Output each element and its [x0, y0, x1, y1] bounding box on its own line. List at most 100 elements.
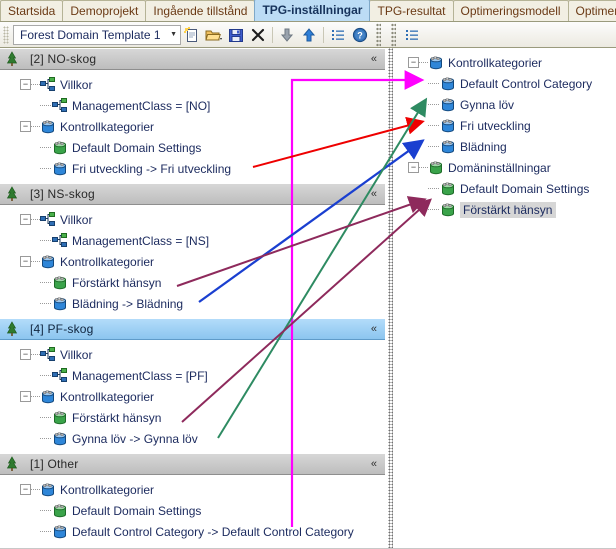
- expander-toggle[interactable]: −: [20, 121, 31, 132]
- cylinder-blue-icon: [52, 161, 68, 177]
- cylinder-blue-icon: [440, 97, 456, 113]
- expander-toggle[interactable]: −: [20, 256, 31, 267]
- tree-row[interactable]: Default Domain Settings: [396, 178, 616, 199]
- right-toolbar-grip[interactable]: [391, 22, 396, 47]
- save-button[interactable]: [225, 24, 247, 46]
- expander-toggle[interactable]: −: [20, 214, 31, 225]
- tree-row[interactable]: − Kontrollkategorier: [0, 479, 385, 500]
- tree-row-label: Villkor: [60, 347, 93, 362]
- tree-connector: [31, 261, 40, 262]
- tree-row[interactable]: Default Control Category: [396, 73, 616, 94]
- cylinder-blue-icon: [442, 139, 454, 153]
- tree-row[interactable]: ManagementClass = [NS]: [0, 230, 385, 251]
- tree-row[interactable]: Fri utveckling: [396, 115, 616, 136]
- list-icon: [332, 29, 344, 40]
- tree-row-label: Default Domain Settings: [460, 181, 590, 196]
- new-document-button[interactable]: [181, 24, 203, 46]
- cylinder-blue-icon: [442, 76, 454, 90]
- tree-row-label: Domäninställningar: [448, 160, 551, 175]
- tree-row[interactable]: Gynna löv: [396, 94, 616, 115]
- move-up-button[interactable]: [298, 24, 320, 46]
- tree-connector: [31, 126, 40, 127]
- domain-group-title: [3] NS-skog: [30, 187, 95, 201]
- tree-row[interactable]: − Kontrollkategorier: [0, 251, 385, 272]
- tree-row[interactable]: Förstärkt hänsyn: [0, 272, 385, 293]
- tab-tpg-installningar[interactable]: TPG-inställningar: [254, 0, 371, 21]
- tab-startsida[interactable]: Startsida: [0, 0, 64, 21]
- domain-template-list[interactable]: [2] NO-skog « − Villkor ManagementClass = [N…: [0, 48, 385, 549]
- open-folder-icon: [205, 30, 222, 40]
- right-list-button[interactable]: [401, 24, 423, 46]
- network-node-icon: [52, 367, 67, 382]
- cylinder-blue-icon: [428, 55, 444, 71]
- tree-row[interactable]: − Villkor: [0, 74, 385, 95]
- domain-group-header[interactable]: [1] Other «: [0, 453, 385, 475]
- help-button[interactable]: ?: [349, 24, 371, 46]
- expander-toggle[interactable]: −: [408, 162, 419, 173]
- tree-row[interactable]: Blädning: [396, 136, 616, 157]
- tree-row[interactable]: − Kontrollkategorier: [0, 386, 385, 407]
- open-folder-button[interactable]: [203, 24, 225, 46]
- tab-demoprojekt[interactable]: Demoprojekt: [62, 0, 147, 21]
- expander-toggle[interactable]: −: [408, 57, 419, 68]
- tab-ingaende-tillstand[interactable]: Ingående tillstånd: [145, 0, 256, 21]
- tree-row[interactable]: Default Domain Settings: [0, 500, 385, 521]
- cylinder-green-icon: [440, 181, 456, 197]
- cylinder-blue-icon: [40, 482, 56, 498]
- list-icon: [406, 29, 418, 40]
- tree-row[interactable]: − Villkor: [0, 209, 385, 230]
- delete-button[interactable]: [247, 24, 269, 46]
- collapse-chevron-icon[interactable]: «: [371, 322, 377, 336]
- tree-row[interactable]: Default Control Category -> Default Cont…: [0, 521, 385, 542]
- tree-connector: [31, 84, 40, 85]
- tree-row-label: Kontrollkategorier: [60, 482, 155, 497]
- tree-row[interactable]: ManagementClass = [NO]: [0, 95, 385, 116]
- tree-row-label: ManagementClass = [NS]: [72, 233, 210, 248]
- domain-group: [2] NO-skog « − Villkor ManagementClass = [N…: [0, 48, 385, 183]
- domain-group-header[interactable]: [4] PF-skog «: [0, 318, 385, 340]
- collapse-chevron-icon[interactable]: «: [371, 52, 377, 66]
- tree-row[interactable]: Förstärkt hänsyn: [0, 407, 385, 428]
- tree-row[interactable]: Gynna löv -> Gynna löv: [0, 428, 385, 449]
- domain-group-header[interactable]: [3] NS-skog «: [0, 183, 385, 205]
- tree-row[interactable]: Förstärkt hänsyn: [396, 199, 616, 220]
- tree-row-label: Default Control Category: [460, 76, 593, 91]
- tree-connector: [419, 62, 428, 63]
- tree-connector: [40, 438, 52, 439]
- collapse-chevron-icon[interactable]: «: [371, 187, 377, 201]
- expander-toggle[interactable]: −: [20, 484, 31, 495]
- cylinder-blue-icon: [40, 389, 56, 405]
- tree-row[interactable]: − Domäninställningar: [396, 157, 616, 178]
- tab-optimeringsmodell[interactable]: Optimeringsmodell: [452, 0, 569, 21]
- move-down-button[interactable]: [276, 24, 298, 46]
- tree-row[interactable]: − Villkor: [0, 344, 385, 365]
- tree-connector: [40, 105, 52, 106]
- tab-tpg-resultat[interactable]: TPG-resultat: [369, 0, 454, 21]
- available-categories-tree[interactable]: − Kontrollkategorier Default Control Categ…: [396, 48, 616, 549]
- domain-group-header[interactable]: [2] NO-skog «: [0, 48, 385, 70]
- tree-connector: [40, 240, 52, 241]
- tab-optimerings[interactable]: Optimerings: [567, 0, 616, 21]
- tree-connector: [40, 168, 52, 169]
- tree-row-label: Gynna löv: [460, 97, 515, 112]
- domain-group-title: [2] NO-skog: [30, 52, 97, 66]
- tree-row[interactable]: ManagementClass = [PF]: [0, 365, 385, 386]
- cylinder-blue-icon: [442, 97, 454, 111]
- tree-row-label: ManagementClass = [NO]: [72, 98, 211, 113]
- cylinder-green-icon: [54, 275, 66, 289]
- expander-toggle[interactable]: −: [20, 349, 31, 360]
- tree-row[interactable]: Default Domain Settings: [0, 137, 385, 158]
- expander-toggle[interactable]: −: [20, 79, 31, 90]
- collapse-chevron-icon[interactable]: «: [371, 457, 377, 471]
- expander-toggle[interactable]: −: [20, 391, 31, 402]
- tree-row[interactable]: Blädning -> Blädning: [0, 293, 385, 314]
- tree-row[interactable]: − Kontrollkategorier: [0, 116, 385, 137]
- template-select[interactable]: Forest Domain Template 1 ▼: [13, 24, 181, 45]
- toolbar-grip-handle[interactable]: [3, 25, 9, 44]
- tree-row[interactable]: Fri utveckling -> Fri utveckling: [0, 158, 385, 179]
- cylinder-green-icon: [430, 160, 442, 174]
- panel-splitter[interactable]: [385, 48, 395, 549]
- template-toolbar: Forest Domain Template 1 ▼ ?: [0, 22, 616, 48]
- tree-row[interactable]: − Kontrollkategorier: [396, 52, 616, 73]
- list-button[interactable]: [327, 24, 349, 46]
